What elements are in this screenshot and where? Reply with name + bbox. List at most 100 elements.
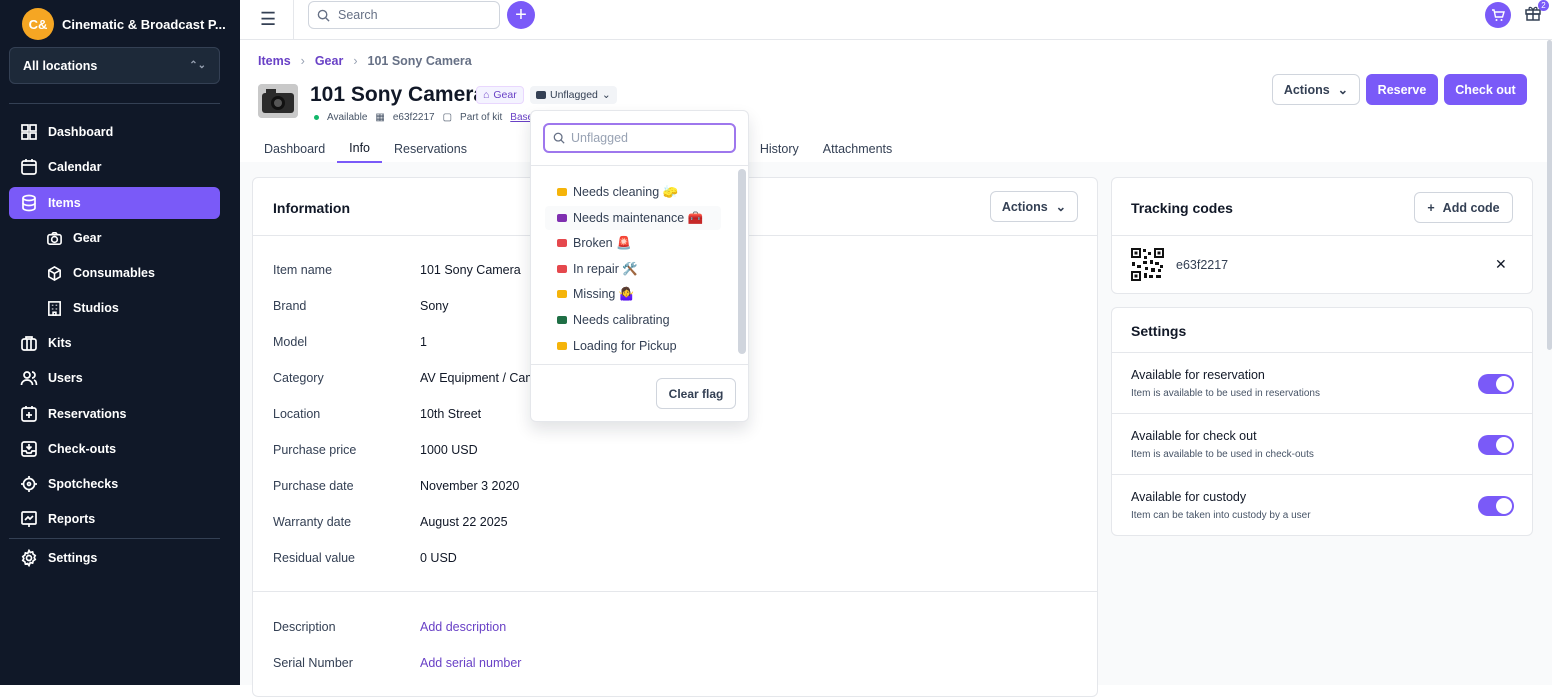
flag-search-placeholder: Unflagged — [571, 131, 628, 145]
crosshair-icon — [21, 476, 37, 492]
tab-history[interactable]: History — [748, 135, 811, 163]
nav-label: Dashboard — [48, 125, 114, 139]
tray-download-icon — [21, 441, 37, 457]
flag-option[interactable]: Missing 🤷‍♀️ — [545, 282, 721, 306]
divider — [253, 591, 1097, 592]
nav-dashboard[interactable]: Dashboard — [9, 116, 220, 148]
info-label: Purchase price — [273, 443, 357, 457]
item-meta: Available ▦ e63f2217 ▢ Part of kit Baseb — [314, 112, 539, 123]
nav-consumables[interactable]: Consumables — [46, 258, 155, 288]
cart-button[interactable] — [1485, 2, 1511, 28]
search-input[interactable]: Search — [308, 1, 500, 29]
nav-reservations[interactable]: Reservations — [9, 398, 220, 430]
page-title: 101 Sony Camera — [310, 83, 486, 106]
flag-option[interactable]: Needs calibrating — [545, 308, 721, 332]
category-badge-label: Gear — [493, 89, 517, 101]
nav-label: Items — [48, 196, 81, 210]
information-title: Information — [273, 200, 350, 216]
dashboard-icon — [21, 124, 37, 140]
item-code: e63f2217 — [392, 112, 435, 123]
info-label: Brand — [273, 299, 307, 313]
info-value: 0 USD — [420, 551, 457, 565]
nav-label: Spotchecks — [48, 477, 119, 491]
nav-spotchecks[interactable]: Spotchecks — [9, 468, 220, 500]
flag-icon — [557, 239, 567, 247]
calendar-plus-icon — [21, 406, 37, 422]
category-badge: ⌂ Gear — [476, 86, 524, 104]
nav-calendar[interactable]: Calendar — [9, 151, 220, 183]
flag-search-input[interactable]: Unflagged — [543, 123, 736, 153]
breadcrumb-gear[interactable]: Gear — [315, 54, 344, 68]
dropdown-scrollbar[interactable] — [738, 169, 746, 354]
tracking-title: Tracking codes — [1131, 200, 1233, 216]
nav-users[interactable]: Users — [9, 362, 220, 394]
tab-info[interactable]: Info — [337, 135, 383, 163]
settings-card: Settings Available for reservation Item … — [1111, 307, 1533, 536]
divider — [531, 364, 748, 365]
add-code-button[interactable]: + Add code — [1414, 192, 1513, 223]
nav-label: Reservations — [48, 407, 127, 421]
flag-option[interactable]: Broken 🚨 — [545, 231, 721, 255]
info-label: Location — [273, 407, 321, 421]
tab-attachments[interactable]: Attachments — [811, 135, 904, 163]
location-selector[interactable]: All locations ⌃⌄ — [9, 47, 220, 84]
setting-title: Available for custody — [1131, 490, 1247, 504]
custody-toggle[interactable] — [1478, 496, 1514, 516]
info-value: 1000 USD — [420, 443, 478, 457]
setting-title: Available for reservation — [1131, 368, 1265, 382]
info-label: Model — [273, 335, 308, 349]
nav-kits[interactable]: Kits — [9, 327, 220, 359]
flag-icon — [557, 342, 567, 350]
nav-reports[interactable]: Reports — [9, 503, 220, 535]
nav-settings[interactable]: Settings — [9, 542, 220, 574]
flag-option[interactable]: In repair 🛠️ — [545, 257, 721, 281]
flag-dropdown-trigger[interactable]: Unflagged ⌄ — [530, 86, 617, 104]
clear-flag-button[interactable]: Clear flag — [656, 378, 736, 409]
org-avatar: C& — [22, 8, 54, 40]
tab-dashboard[interactable]: Dashboard — [252, 135, 337, 163]
org-switcher[interactable]: C& Cinematic & Broadcast P... — [22, 8, 226, 40]
reservation-toggle[interactable] — [1478, 374, 1514, 394]
breadcrumb-current: 101 Sony Camera — [367, 54, 472, 68]
divider — [1112, 235, 1532, 236]
actions-button[interactable]: Actions ⌄ — [1272, 74, 1360, 105]
flag-option-label: Loading for Pickup — [573, 339, 677, 353]
nav-label: Settings — [48, 551, 98, 565]
search-icon — [317, 9, 330, 22]
serial-label: Serial Number — [273, 656, 353, 670]
tab-reservations[interactable]: Reservations — [382, 135, 479, 163]
info-label: Warranty date — [273, 515, 352, 529]
setting-desc: Item can be taken into custody by a user — [1131, 510, 1311, 521]
info-actions-button[interactable]: Actions ⌄ — [990, 191, 1078, 222]
close-icon[interactable]: ✕ — [1495, 256, 1507, 273]
nav-studios[interactable]: Studios — [46, 293, 119, 323]
flag-option[interactable]: Needs cleaning 🧽 — [545, 180, 721, 204]
topbar: ☰ Search + 2 — [240, 0, 1552, 40]
users-icon — [20, 371, 38, 386]
flag-option-label: Missing 🤷‍♀️ — [573, 286, 635, 301]
checkout-button[interactable]: Check out — [1444, 74, 1527, 105]
qr-icon: ▦ — [375, 112, 385, 123]
checkout-toggle[interactable] — [1478, 435, 1514, 455]
chevron-right-icon: › — [353, 54, 358, 68]
item-thumbnail[interactable] — [258, 84, 298, 118]
info-value: 1 — [420, 335, 427, 349]
add-description-link[interactable]: Add description — [420, 620, 506, 634]
breadcrumb-items[interactable]: Items — [258, 54, 291, 68]
info-value: AV Equipment / Cam — [420, 371, 536, 385]
page-scrollbar[interactable] — [1547, 40, 1552, 350]
hamburger-menu-icon[interactable]: ☰ — [260, 9, 276, 30]
nav-checkouts[interactable]: Check-outs — [9, 433, 220, 465]
flag-option[interactable]: Needs maintenance 🧰 — [545, 206, 721, 230]
nav-items[interactable]: Items — [9, 187, 220, 219]
flag-option-label: Needs maintenance 🧰 — [573, 210, 704, 225]
flag-icon — [536, 91, 546, 99]
kit-icon: ▢ — [442, 112, 453, 123]
flag-option[interactable]: Loading for Pickup — [545, 334, 721, 358]
nav-label: Users — [48, 371, 83, 385]
search-placeholder: Search — [338, 8, 378, 22]
reserve-button[interactable]: Reserve — [1366, 74, 1438, 105]
add-button[interactable]: + — [507, 1, 535, 29]
add-serial-link[interactable]: Add serial number — [420, 656, 521, 670]
nav-gear[interactable]: Gear — [46, 223, 102, 253]
